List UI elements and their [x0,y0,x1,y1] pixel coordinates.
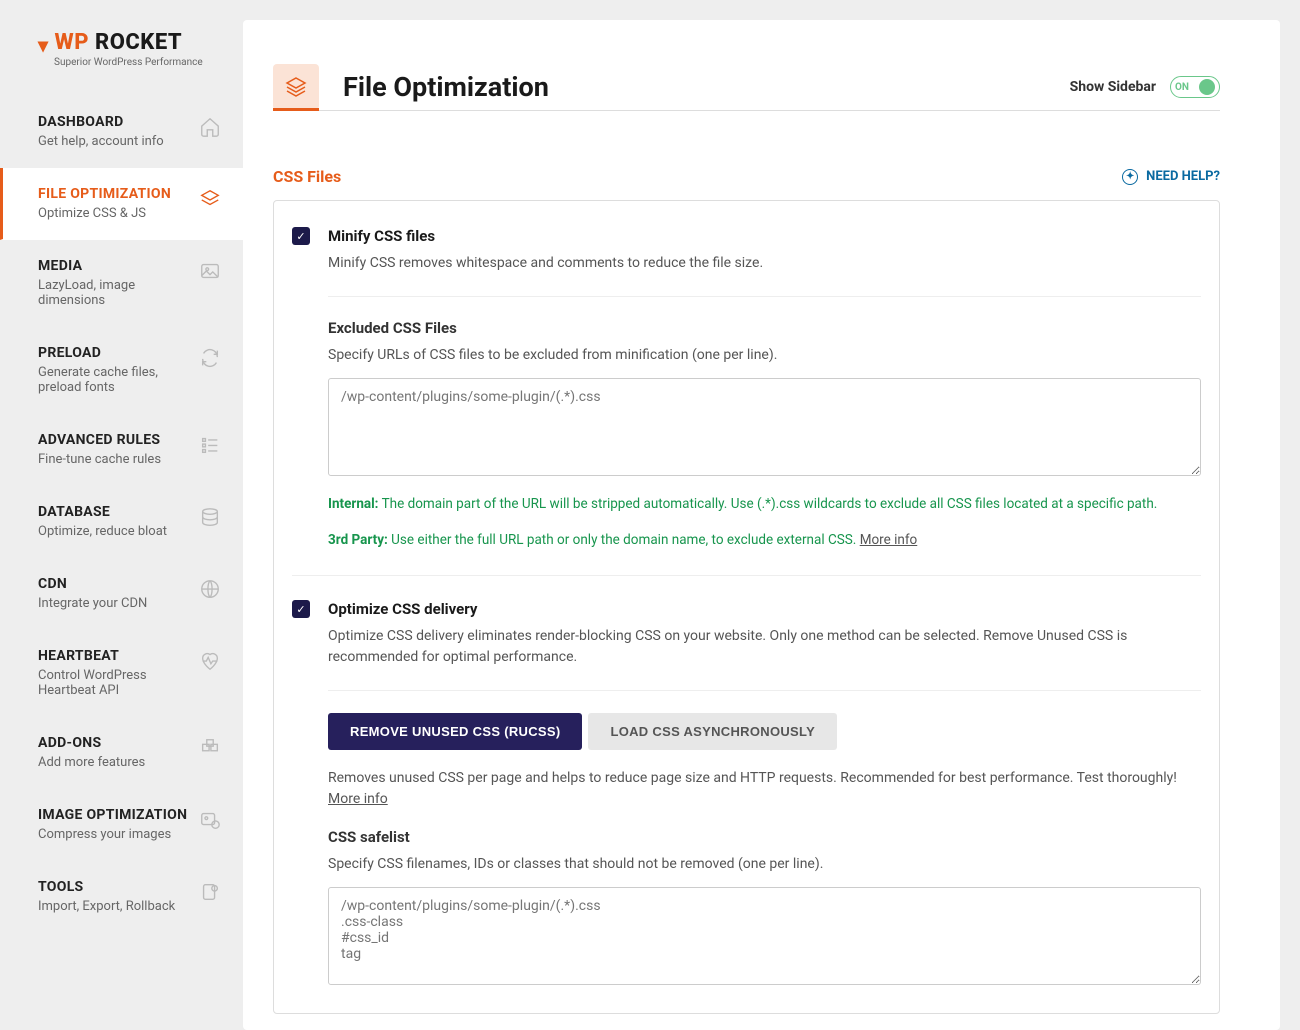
nav-title: DASHBOARD [38,114,164,130]
rucss-result-desc: Removes unused CSS per page and helps to… [328,768,1201,810]
page-title: File Optimization [343,71,549,103]
logo-word2: ROCKET [95,30,182,55]
help-icon: ✦ [1122,169,1138,185]
excluded-css-textarea[interactable] [328,378,1201,476]
gear-icon [199,881,221,908]
nav-desc: Import, Export, Rollback [38,899,175,914]
nav-desc: Optimize CSS & JS [38,206,171,221]
sidebar-item-cdn[interactable]: CDN Integrate your CDN [0,558,243,630]
nav-desc: Integrate your CDN [38,596,147,611]
layers-icon [199,188,221,215]
heartbeat-icon [199,650,221,677]
page-header: File Optimization Show Sidebar ON [273,64,1220,111]
hint-3rdparty: 3rd Party: Use either the full URL path … [328,530,1201,552]
nav-title: PRELOAD [38,345,199,361]
tab-indicator [273,108,319,111]
optimize-css-checkbox[interactable]: ✓ [292,600,310,618]
nav-desc: Get help, account info [38,134,164,149]
excluded-css-desc: Specify URLs of CSS files to be excluded… [328,345,1201,366]
sidebar-item-tools[interactable]: TOOLS Import, Export, Rollback [0,861,243,933]
nav-title: HEARTBEAT [38,648,199,664]
logo-icon: ▾ [38,33,49,57]
sidebar: ▾ WP ROCKET Superior WordPress Performan… [0,0,243,1030]
nav-title: TOOLS [38,879,175,895]
nav-title: IMAGE OPTIMIZATION [38,807,187,823]
need-help-link[interactable]: ✦ NEED HELP? [1122,169,1220,185]
list-icon [199,434,221,461]
minify-css-checkbox[interactable]: ✓ [292,227,310,245]
excluded-css-title: Excluded CSS Files [328,319,1201,337]
image-icon [199,260,221,287]
setting-optimize-css-delivery: ✓ Optimize CSS delivery Optimize CSS del… [292,575,1201,1013]
logo-word1: WP [55,30,89,55]
sidebar-item-advanced-rules[interactable]: ADVANCED RULES Fine-tune cache rules [0,414,243,486]
home-icon [199,116,221,143]
nav-desc: Add more features [38,755,145,770]
nav-desc: Generate cache files, preload fonts [38,365,199,395]
nav-title: FILE OPTIMIZATION [38,186,171,202]
compress-icon [199,809,221,836]
toggle-knob [1199,79,1215,95]
sidebar-item-dashboard[interactable]: DASHBOARD Get help, account info [0,96,243,168]
nav-desc: Fine-tune cache rules [38,452,161,467]
nav-title: MEDIA [38,258,199,274]
show-sidebar-label: Show Sidebar [1070,79,1156,95]
nav-desc: Compress your images [38,827,187,842]
nav-title: CDN [38,576,147,592]
sidebar-item-database[interactable]: DATABASE Optimize, reduce bloat [0,486,243,558]
css-safelist-title: CSS safelist [328,828,1201,846]
sidebar-item-addons[interactable]: ADD-ONS Add more features [0,717,243,789]
nav-title: ADVANCED RULES [38,432,161,448]
section-title-css-files: CSS Files [273,167,341,186]
sidebar-item-preload[interactable]: PRELOAD Generate cache files, preload fon… [0,327,243,414]
hint-internal: Internal: The domain part of the URL wil… [328,494,1201,516]
package-icon [199,737,221,764]
refresh-icon [199,347,221,374]
nav: DASHBOARD Get help, account info FILE OPT… [0,96,243,933]
logo-tagline: Superior WordPress Performance [54,57,205,68]
nav-desc: Control WordPress Heartbeat API [38,668,199,698]
database-icon [199,506,221,533]
setting-title: Minify CSS files [328,227,1201,245]
css-safelist-desc: Specify CSS filenames, IDs or classes th… [328,854,1201,875]
nav-desc: LazyLoad, image dimensions [38,278,199,308]
setting-minify-css: ✓ Minify CSS files Minify CSS removes wh… [292,227,1201,575]
load-css-async-button[interactable]: LOAD CSS ASYNCHRONOUSLY [588,713,837,750]
more-info-link[interactable]: More info [860,532,918,548]
show-sidebar-toggle[interactable]: ON [1170,76,1220,98]
remove-unused-css-button[interactable]: REMOVE UNUSED CSS (RUCSS) [328,713,582,750]
setting-desc: Minify CSS removes whitespace and commen… [328,253,1201,274]
settings-panel: ✓ Minify CSS files Minify CSS removes wh… [273,200,1220,1014]
more-info-link[interactable]: More info [328,791,388,807]
layers-icon [273,64,319,110]
sidebar-item-heartbeat[interactable]: HEARTBEAT Control WordPress Heartbeat API [0,630,243,717]
setting-desc: Optimize CSS delivery eliminates render-… [328,626,1201,668]
nav-title: ADD-ONS [38,735,145,751]
help-label: NEED HELP? [1146,169,1220,184]
nav-desc: Optimize, reduce bloat [38,524,167,539]
css-safelist-textarea[interactable] [328,887,1201,985]
nav-title: DATABASE [38,504,167,520]
setting-title: Optimize CSS delivery [328,600,1201,618]
toggle-on-label: ON [1175,82,1189,93]
logo: ▾ WP ROCKET Superior WordPress Performan… [0,30,243,96]
sidebar-item-media[interactable]: MEDIA LazyLoad, image dimensions [0,240,243,327]
sidebar-item-file-optimization[interactable]: FILE OPTIMIZATION Optimize CSS & JS [0,168,243,240]
sidebar-item-image-optimization[interactable]: IMAGE OPTIMIZATION Compress your images [0,789,243,861]
main-content: File Optimization Show Sidebar ON CSS Fi… [243,20,1280,1030]
globe-icon [199,578,221,605]
